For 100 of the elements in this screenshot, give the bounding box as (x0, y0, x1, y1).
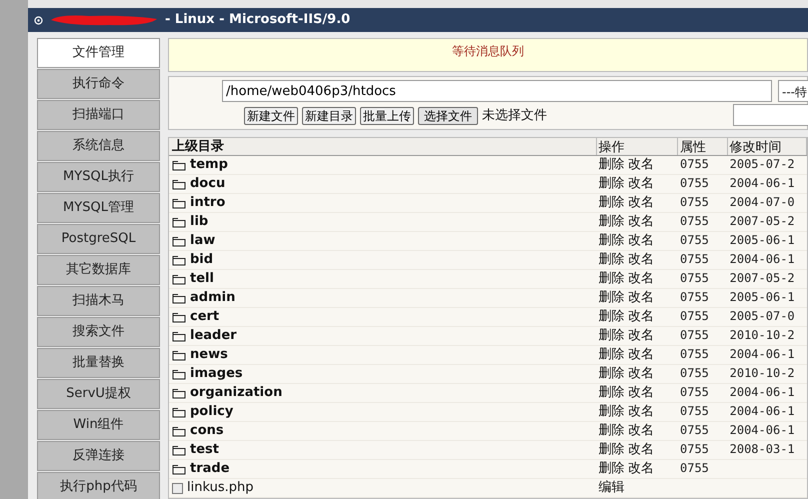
date-text: 2004-06-1 (730, 404, 795, 418)
action-link[interactable]: 改名 (628, 326, 654, 346)
sidebar-item[interactable]: 系统信息 (37, 131, 160, 161)
action-link[interactable]: 删除 (598, 250, 625, 270)
sidebar-item[interactable]: 文件管理 (37, 38, 160, 68)
sidebar-item[interactable]: 执行命令 (37, 69, 160, 99)
action-link[interactable]: 改名 (628, 440, 654, 460)
folder-link[interactable]: test (190, 440, 219, 460)
action-link[interactable]: 删除 (598, 421, 625, 441)
sidebar-item[interactable]: 反弹连接 (37, 441, 160, 471)
permission-text: 0755 (680, 176, 709, 190)
folder-link[interactable]: law (190, 231, 216, 251)
status-message: 等待消息队列 (168, 38, 808, 72)
action-link[interactable]: 改名 (628, 212, 654, 232)
action-button[interactable]: 选择文件 (418, 106, 478, 125)
action-link[interactable]: 删除 (598, 364, 625, 384)
type-select[interactable]: ---特 (778, 80, 808, 102)
folder-link[interactable]: tell (190, 269, 214, 289)
date-text: 2004-06-1 (730, 385, 795, 400)
sidebar-item[interactable]: 执行php代码 (37, 472, 160, 499)
file-link[interactable]: linkus.php (187, 478, 254, 498)
folder-icon (172, 254, 186, 266)
folder-icon (172, 406, 186, 418)
sidebar-item[interactable]: MYSQL管理 (37, 193, 160, 223)
action-link[interactable]: 编辑 (598, 478, 625, 498)
folder-link[interactable]: admin (190, 288, 236, 308)
action-link[interactable]: 删除 (598, 307, 625, 327)
action-link[interactable]: 改名 (628, 155, 654, 175)
action-link[interactable]: 改名 (628, 402, 654, 422)
action-link[interactable]: 改名 (628, 345, 654, 365)
folder-icon (172, 312, 186, 322)
permission-text: 0755 (680, 195, 709, 210)
date-text: 2004-06-1 (730, 423, 795, 438)
action-link[interactable]: 删除 (598, 459, 625, 479)
sidebar-item[interactable]: 扫描端口 (37, 100, 160, 130)
date-text: 2004-06-1 (730, 176, 795, 190)
action-button[interactable]: 新建文件 (244, 106, 298, 125)
action-link[interactable]: 删除 (598, 440, 625, 460)
folder-icon (172, 330, 186, 342)
permission-text: 0755 (680, 461, 709, 476)
sidebar-item[interactable]: 批量替换 (37, 348, 160, 378)
folder-link[interactable]: trade (190, 459, 230, 479)
sidebar-item[interactable]: 扫描木马 (37, 286, 160, 316)
folder-link[interactable]: images (190, 364, 243, 384)
action-link[interactable]: 删除 (598, 231, 625, 251)
action-link[interactable]: 删除 (598, 326, 625, 346)
action-link[interactable]: 改名 (628, 459, 654, 479)
action-button[interactable]: 新建目录 (302, 106, 356, 125)
action-link[interactable]: 删除 (598, 155, 625, 175)
file-icon (172, 482, 183, 494)
folder-link[interactable]: cert (190, 307, 220, 327)
action-link[interactable]: 删除 (598, 288, 625, 308)
action-link[interactable]: 改名 (628, 288, 654, 308)
input-field[interactable] (733, 104, 808, 126)
action-link[interactable]: 改名 (628, 307, 654, 327)
sidebar-item[interactable]: 其它数据库 (37, 255, 160, 285)
action-link[interactable]: 改名 (628, 364, 654, 384)
date-text: 2007-05-2 (730, 271, 795, 286)
folder-link[interactable]: intro (190, 193, 226, 213)
action-link[interactable]: 删除 (598, 402, 625, 422)
action-link[interactable]: 改名 (628, 269, 654, 289)
sidebar-item[interactable]: ServU提权 (37, 379, 160, 409)
action-link[interactable]: 改名 (628, 250, 654, 270)
column-header[interactable]: 上级目录 (172, 136, 224, 156)
folder-link[interactable]: organization (190, 383, 282, 403)
folder-icon (172, 198, 186, 208)
action-link[interactable]: 改名 (628, 193, 654, 213)
permission-text: 0755 (680, 366, 709, 380)
action-link[interactable]: 删除 (598, 345, 625, 365)
folder-link[interactable]: leader (190, 326, 237, 346)
permission-text: 0755 (680, 385, 709, 400)
folder-icon (172, 464, 186, 474)
folder-link[interactable]: policy (190, 402, 234, 422)
folder-link[interactable]: news (190, 345, 228, 365)
folder-link[interactable]: lib (190, 212, 208, 232)
folder-link[interactable]: bid (190, 250, 214, 270)
sidebar-item[interactable]: Win组件 (37, 410, 160, 440)
action-link[interactable]: 删除 (598, 174, 625, 194)
folder-link[interactable]: temp (190, 155, 228, 175)
permission-text: 0755 (680, 214, 709, 228)
action-link[interactable]: 删除 (598, 193, 625, 213)
action-link[interactable]: 改名 (628, 383, 654, 403)
permission-text: 0755 (680, 347, 709, 362)
path-field[interactable]: /home/web0406p3/htdocs (222, 80, 772, 102)
action-link[interactable]: 改名 (628, 231, 654, 251)
action-button[interactable]: 批量上传 (360, 106, 414, 125)
folder-link[interactable]: docu (190, 174, 226, 194)
sidebar-item[interactable]: PostgreSQL (37, 224, 160, 254)
permission-text: 0755 (680, 157, 709, 172)
action-link[interactable]: 改名 (628, 421, 654, 441)
action-link[interactable]: 删除 (598, 212, 625, 232)
action-link[interactable]: 改名 (628, 174, 654, 194)
sidebar-item[interactable]: 搜索文件 (37, 317, 160, 347)
date-text: 2007-05-2 (730, 214, 795, 228)
folder-link[interactable]: cons (190, 421, 224, 441)
date-text: 2008-03-1 (730, 442, 795, 456)
action-link[interactable]: 删除 (598, 383, 625, 403)
date-text: 2004-07-0 (730, 195, 795, 210)
sidebar-item[interactable]: MYSQL执行 (37, 162, 160, 192)
action-link[interactable]: 删除 (598, 269, 625, 289)
